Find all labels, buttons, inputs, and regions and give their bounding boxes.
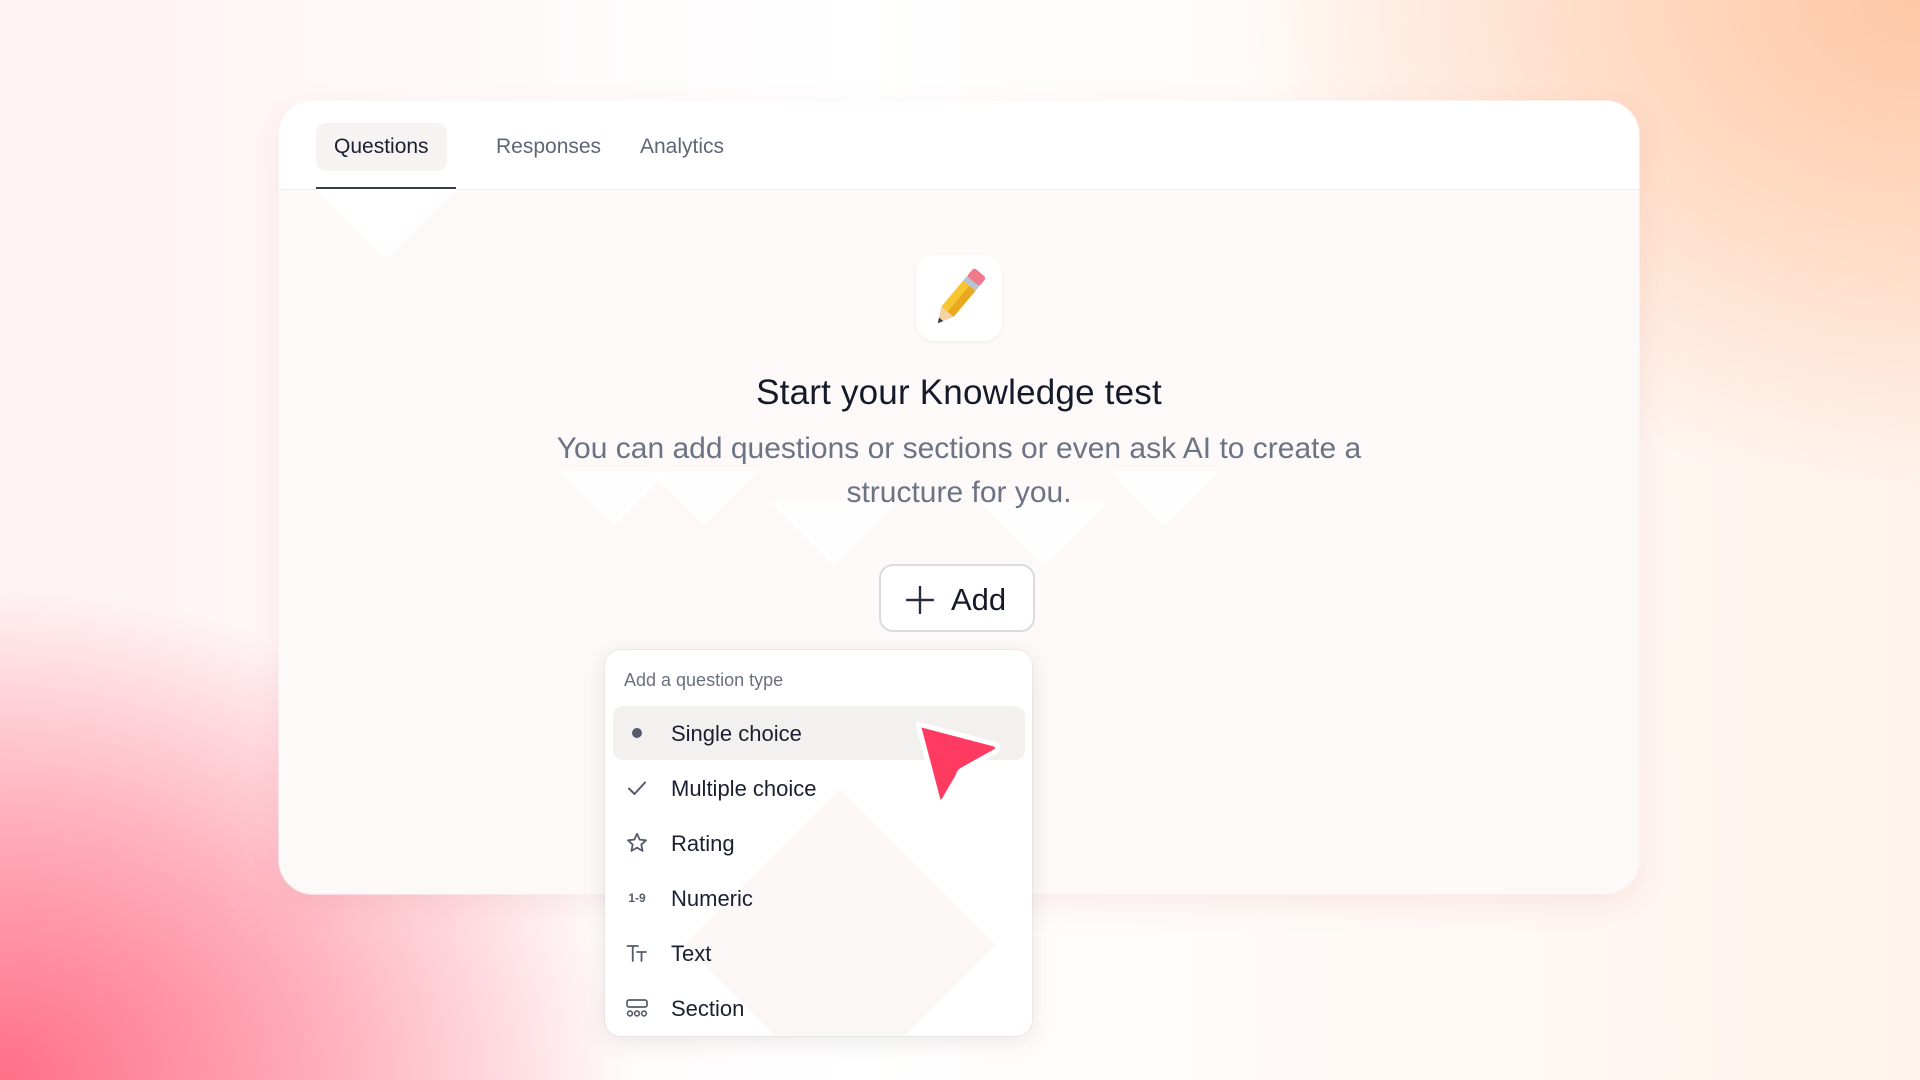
menu-item-numeric[interactable]: 1-9 Numeric [613, 871, 1025, 925]
dot-icon [625, 721, 649, 745]
add-button[interactable]: Add [879, 564, 1035, 632]
menu-item-section[interactable]: Section [613, 981, 1025, 1035]
menu-item-rating[interactable]: Rating [613, 816, 1025, 870]
plus-icon [905, 585, 935, 615]
tab-questions[interactable]: Questions [316, 123, 447, 171]
tab-responses[interactable]: Responses [478, 123, 619, 171]
tab-bar: Questions Responses Analytics [279, 101, 1639, 190]
menu-item-label: Single choice [671, 721, 802, 746]
menu-item-label: Text [671, 941, 712, 966]
check-icon [625, 776, 649, 800]
section-icon [625, 996, 649, 1020]
text-icon [625, 941, 649, 965]
pencil-icon [916, 255, 1002, 341]
menu-item-label: Rating [671, 831, 735, 856]
question-type-menu: Add a question type Single choice Multip… [605, 650, 1032, 1036]
tab-analytics[interactable]: Analytics [622, 123, 742, 171]
tab-pointer-decoration [316, 189, 456, 259]
menu-header: Add a question type [624, 670, 784, 690]
pointer-cursor-icon [912, 718, 1002, 813]
menu-item-text[interactable]: Text [613, 926, 1025, 980]
menu-item-label: Numeric [671, 886, 753, 911]
numeric-icon: 1-9 [628, 891, 646, 905]
star-icon [625, 831, 649, 855]
menu-item-label: Multiple choice [671, 776, 817, 801]
empty-state-subtitle: You can add questions or sections or eve… [556, 432, 1362, 509]
add-button-label: Add [951, 582, 1007, 617]
menu-item-label: Section [671, 996, 745, 1021]
empty-state-title: Start your Knowledge test [756, 373, 1162, 412]
